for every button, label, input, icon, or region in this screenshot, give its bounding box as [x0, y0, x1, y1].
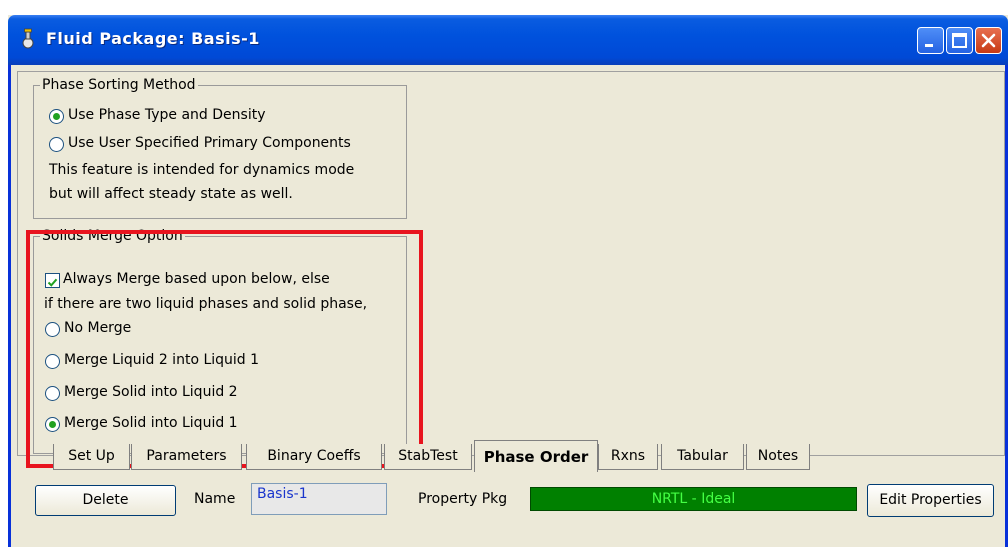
- tab-rxns[interactable]: Rxns: [598, 444, 658, 470]
- close-button[interactable]: [975, 27, 1002, 54]
- fluid-package-window: Fluid Package: Basis-1 Phase Sorting Met…: [8, 15, 1008, 547]
- tab-stabtest[interactable]: StabTest: [384, 444, 472, 470]
- title-bar[interactable]: Fluid Package: Basis-1: [8, 15, 1008, 65]
- phase-sorting-note-line2: but will affect steady state as well.: [49, 186, 293, 202]
- option-use-phase-type-density[interactable]: Use Phase Type and Density: [68, 107, 265, 123]
- maximize-icon: [952, 33, 967, 48]
- tab-binary-coeffs[interactable]: Binary Coeffs: [246, 444, 382, 470]
- name-field[interactable]: Basis-1: [251, 483, 387, 515]
- annotation-highlight-box: [26, 230, 423, 468]
- name-label: Name: [194, 491, 236, 507]
- tab-phase-order[interactable]: Phase Order: [474, 440, 598, 472]
- tab-set-up[interactable]: Set Up: [53, 444, 130, 470]
- close-icon: [981, 33, 996, 48]
- tab-parameters[interactable]: Parameters: [131, 444, 242, 470]
- radio-use-phase-type-density[interactable]: [49, 109, 64, 124]
- phase-sorting-legend: Phase Sorting Method: [42, 77, 196, 93]
- maximize-button[interactable]: [946, 27, 973, 54]
- tab-tabular[interactable]: Tabular: [661, 444, 744, 470]
- radio-user-primary-components[interactable]: [49, 137, 64, 152]
- property-pkg-field[interactable]: NRTL - Ideal: [530, 487, 857, 511]
- content-panel: Phase Sorting Method Use Phase Type and …: [8, 65, 1008, 547]
- edit-properties-button[interactable]: Edit Properties: [867, 484, 994, 517]
- property-pkg-label: Property Pkg: [418, 491, 508, 507]
- app-icon: [22, 28, 34, 49]
- phase-sorting-note-line1: This feature is intended for dynamics mo…: [49, 162, 355, 178]
- option-user-primary-components[interactable]: Use User Specified Primary Components: [68, 135, 351, 151]
- tab-notes[interactable]: Notes: [746, 444, 810, 470]
- minimize-button[interactable]: [917, 27, 944, 54]
- delete-button[interactable]: Delete: [35, 485, 176, 516]
- window-title: Fluid Package: Basis-1: [46, 29, 260, 48]
- minimize-icon: [925, 44, 933, 47]
